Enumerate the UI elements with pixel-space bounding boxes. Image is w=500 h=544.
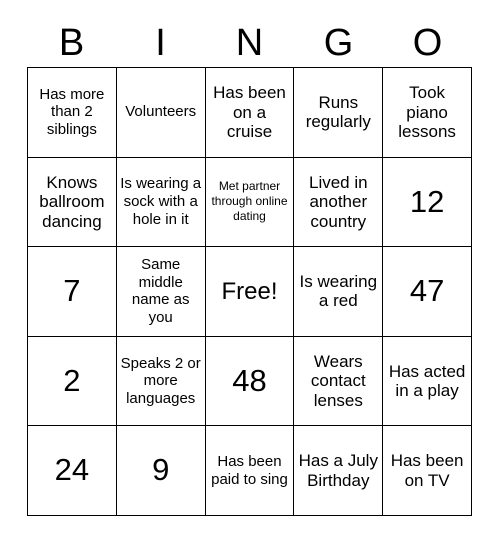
bingo-cell-label: Lived in another country bbox=[308, 172, 368, 231]
bingo-cell-b2[interactable]: Knows ballroom dancing bbox=[28, 157, 117, 248]
bingo-cell-b1[interactable]: Has more than 2 siblings bbox=[28, 68, 117, 158]
bingo-cell-label: Has acted in a play bbox=[388, 361, 466, 401]
bingo-cell-free-space[interactable]: Free! bbox=[205, 247, 295, 337]
bingo-cell-label: Is wearing a sock with a hole in it bbox=[120, 175, 202, 228]
bingo-cell-b4[interactable]: 2 bbox=[28, 336, 117, 427]
bingo-cell-n4[interactable]: 48 bbox=[205, 336, 295, 427]
bingo-card: B I N G O Has more than 2 siblings Volun… bbox=[0, 0, 500, 544]
bingo-cell-g2[interactable]: Lived in another country bbox=[294, 157, 384, 248]
bingo-cell-o1[interactable]: Took piano lessons bbox=[383, 68, 472, 158]
bingo-cell-label: Same middle name as you bbox=[131, 256, 190, 327]
bingo-cell-n2[interactable]: Met partner through online dating bbox=[205, 157, 295, 248]
bingo-cell-b3[interactable]: 7 bbox=[28, 247, 117, 337]
bingo-cell-label: 47 bbox=[409, 273, 445, 309]
bingo-cell-i5[interactable]: 9 bbox=[116, 426, 206, 516]
bingo-header-letter-g: G bbox=[323, 21, 354, 64]
bingo-cell-g5[interactable]: Has a July Birthday bbox=[294, 426, 384, 516]
bingo-cell-i3[interactable]: Same middle name as you bbox=[116, 247, 206, 337]
bingo-cell-o5[interactable]: Has been on TV bbox=[383, 426, 472, 516]
bingo-cell-g1[interactable]: Runs regularly bbox=[294, 68, 384, 158]
bingo-cell-label: 12 bbox=[409, 183, 445, 219]
bingo-cell-label: Took piano lessons bbox=[398, 82, 456, 142]
bingo-cell-label: 7 bbox=[63, 273, 81, 309]
bingo-header-letter-i: I bbox=[155, 21, 166, 64]
bingo-cell-label: Has a July Birthday bbox=[298, 451, 378, 490]
bingo-free-label: Free! bbox=[221, 277, 278, 305]
bingo-cell-label: Met partner through online dating bbox=[211, 179, 288, 224]
bingo-cell-label: Has been paid to sing bbox=[211, 453, 288, 488]
bingo-cell-o2[interactable]: 12 bbox=[383, 157, 472, 248]
bingo-cell-i4[interactable]: Speaks 2 or more languages bbox=[116, 336, 206, 427]
bingo-cell-label: Wears contact lenses bbox=[310, 351, 366, 410]
bingo-cell-label: 48 bbox=[232, 362, 267, 398]
bingo-cell-g3[interactable]: Is wearing a red bbox=[294, 247, 384, 337]
bingo-cell-n1[interactable]: Has been on a cruise bbox=[205, 68, 295, 158]
bingo-cell-label: Volunteers bbox=[125, 103, 197, 121]
bingo-cell-label: Speaks 2 or more languages bbox=[120, 354, 201, 407]
bingo-header-letter-n: N bbox=[235, 21, 264, 64]
bingo-header-letter-o: O bbox=[412, 21, 443, 64]
bingo-cell-label: 24 bbox=[54, 452, 90, 488]
bingo-cell-label: Has been on TV bbox=[390, 451, 464, 490]
bingo-header-row: B I N G O bbox=[27, 18, 472, 67]
bingo-cell-label: Is wearing a red bbox=[299, 271, 378, 311]
bingo-header-letter-b: B bbox=[58, 21, 85, 64]
bingo-cell-label: Runs regularly bbox=[305, 92, 371, 132]
bingo-cell-i2[interactable]: Is wearing a sock with a hole in it bbox=[116, 157, 206, 248]
bingo-cell-o4[interactable]: Has acted in a play bbox=[383, 336, 472, 427]
bingo-cell-label: Has been on a cruise bbox=[213, 82, 286, 142]
bingo-grid: Has more than 2 siblings Volunteers Has … bbox=[27, 67, 472, 516]
bingo-cell-n5[interactable]: Has been paid to sing bbox=[205, 426, 295, 516]
bingo-cell-label: Has more than 2 siblings bbox=[39, 85, 105, 139]
bingo-cell-o3[interactable]: 47 bbox=[383, 247, 472, 337]
bingo-cell-b5[interactable]: 24 bbox=[28, 426, 117, 516]
bingo-cell-g4[interactable]: Wears contact lenses bbox=[294, 336, 384, 427]
bingo-cell-label: 9 bbox=[152, 452, 170, 488]
bingo-cell-i1[interactable]: Volunteers bbox=[116, 68, 206, 158]
bingo-cell-label: Knows ballroom dancing bbox=[39, 172, 105, 231]
bingo-cell-label: 2 bbox=[63, 362, 81, 398]
